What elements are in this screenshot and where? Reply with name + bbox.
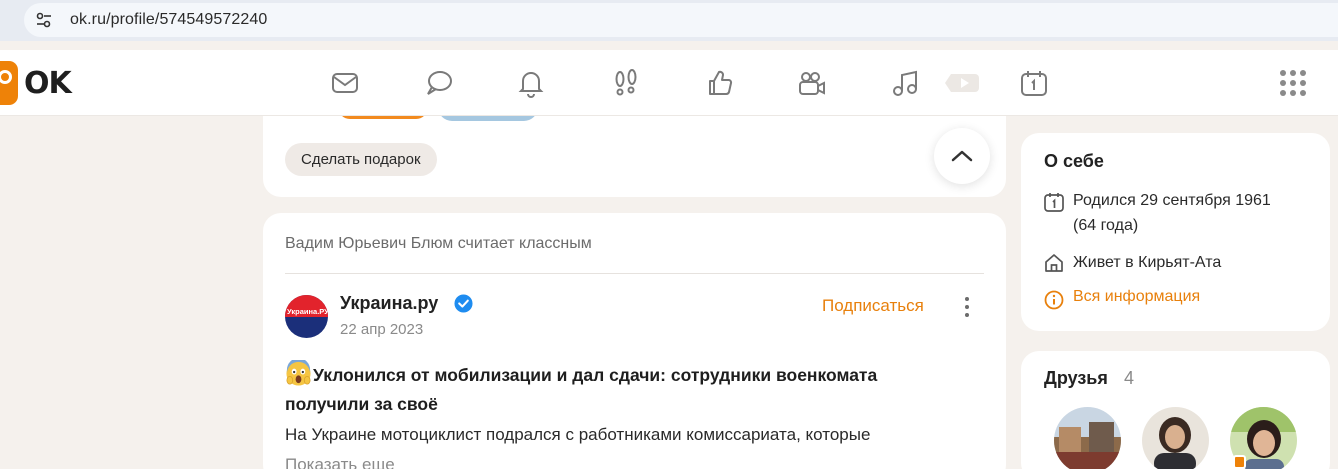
calendar-icon <box>1044 193 1064 212</box>
verified-icon <box>454 294 473 313</box>
url-text[interactable]: ok.ru/profile/574549572240 <box>70 11 267 29</box>
friends-card: Друзья 4 <box>1021 351 1330 469</box>
birth-date: Родился 29 сентября 1961 <box>1073 192 1271 209</box>
post-title[interactable]: Уклонился от мобилизации и дал сдачи: со… <box>285 361 965 419</box>
address-bar[interactable]: ok.ru/profile/574549572240 <box>24 3 1338 37</box>
about-title: О себе <box>1044 151 1104 171</box>
mobile-online-icon <box>1233 455 1246 469</box>
ok-logo-text[interactable]: OK <box>24 66 72 101</box>
footprints-icon[interactable] <box>610 67 642 99</box>
chat-icon[interactable] <box>423 67 455 99</box>
browser-toolbar: ok.ru/profile/574549572240 <box>0 0 1338 41</box>
source-name[interactable]: Украина.ру <box>340 293 438 314</box>
video-play-icon[interactable] <box>945 67 981 99</box>
bell-icon[interactable] <box>515 67 547 99</box>
friend-photo <box>1142 407 1209 469</box>
more-options-icon[interactable] <box>963 297 971 319</box>
scroll-up-button[interactable] <box>934 128 990 184</box>
post-text: На Украине мотоциклист подрался с работн… <box>285 425 871 444</box>
chevron-up-icon <box>951 150 973 162</box>
source-avatar[interactable]: Украина.РУ <box>285 295 328 338</box>
divider <box>285 273 984 274</box>
post-date: 22 апр 2023 <box>340 321 424 338</box>
all-info-link[interactable]: Вся информация <box>1073 288 1200 306</box>
show-more-link[interactable]: Показать еще <box>285 455 395 469</box>
video-camera-icon[interactable] <box>796 67 828 99</box>
about-card: О себе Родился 29 сентября 1961 (64 года… <box>1021 133 1330 331</box>
calendar-icon[interactable] <box>1018 67 1050 99</box>
mail-icon[interactable] <box>329 67 361 99</box>
friend-photo <box>1054 407 1121 469</box>
site-settings-icon[interactable] <box>34 10 54 30</box>
feed-post-header: Вадим Юрьевич Блюм считает классным <box>285 235 592 252</box>
location: Живет в Кирьят-Ата <box>1073 254 1222 271</box>
friend-avatar[interactable] <box>1142 407 1209 469</box>
top-navigation: OK <box>0 50 1338 116</box>
feed-post-card: Вадим Юрьевич Блюм считает классным Укра… <box>263 213 1006 469</box>
info-icon <box>1044 290 1064 310</box>
age: (64 года) <box>1073 217 1139 234</box>
home-icon <box>1045 254 1063 272</box>
friends-title[interactable]: Друзья <box>1044 368 1108 389</box>
friends-count: 4 <box>1124 368 1135 388</box>
apps-grid-icon[interactable] <box>1280 70 1306 96</box>
friend-avatar[interactable] <box>1054 407 1121 469</box>
subscribe-button[interactable]: Подписаться <box>822 296 924 316</box>
music-note-icon[interactable] <box>890 67 922 99</box>
source-logo-text: Украина.РУ <box>287 307 328 316</box>
ok-logo-icon[interactable] <box>0 61 18 105</box>
thumbs-up-icon[interactable] <box>704 67 736 99</box>
make-gift-button[interactable]: Сделать подарок <box>285 143 437 176</box>
